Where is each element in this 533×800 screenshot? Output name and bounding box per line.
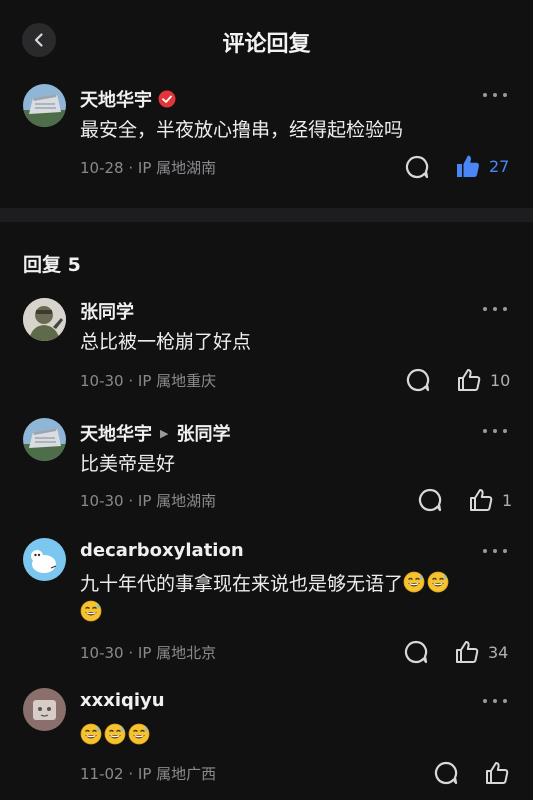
like-button[interactable]: 1 (468, 487, 512, 513)
reply-text: 总比被一枪崩了好点 (80, 331, 252, 353)
main-comment: 天地华宇 最安全，半夜放心撸串，经得起检验吗 10-28 · IP 属地湖南 2… (0, 0, 533, 208)
thumbs-up-icon (456, 367, 482, 393)
like-count: 34 (488, 642, 509, 662)
comment-icon[interactable] (403, 639, 429, 665)
reply-item: xxxiqiyu 11-02 · IP 属地广西 (0, 680, 533, 800)
reply-item: 张同学 总比被一枪崩了好点 10-30 · IP 属地重庆 10 (0, 290, 533, 402)
sweat-smile-emoji (128, 723, 150, 745)
thumbs-up-icon (454, 639, 480, 665)
reply-to-user[interactable]: 张同学 (176, 420, 230, 446)
reply-text-content: 九十年代的事拿现在来说也是够无语了 (80, 573, 404, 595)
reply-author[interactable]: 天地华宇 (80, 420, 152, 446)
reply-text: 九十年代的事拿现在来说也是够无语了 (80, 570, 510, 628)
thumbs-up-icon (455, 153, 481, 179)
reply-meta: 11-02 · IP 属地广西 (80, 765, 217, 783)
more-button[interactable] (480, 426, 510, 436)
more-button[interactable] (480, 546, 510, 556)
avatar[interactable] (23, 538, 66, 581)
comment-author[interactable]: 天地华宇 (80, 86, 176, 112)
reply-item: decarboxylation 九十年代的事拿现在来说也是够无语了 10-30 … (0, 530, 533, 675)
reply-author[interactable]: xxxiqiyu (80, 690, 165, 711)
avatar[interactable] (23, 688, 66, 731)
like-button[interactable]: 34 (454, 639, 508, 665)
sweat-smile-emoji (104, 723, 126, 745)
more-icon (483, 93, 487, 97)
thumbs-up-icon (468, 487, 494, 513)
reply-author[interactable]: 张同学 (80, 298, 134, 324)
author-name: 天地华宇 (80, 90, 152, 111)
comment-text: 最安全，半夜放心撸串，经得起检验吗 (80, 119, 404, 141)
sweat-smile-emoji (80, 723, 102, 745)
like-count: 1 (502, 490, 513, 510)
sweat-smile-emoji (427, 571, 449, 593)
section-divider (0, 208, 533, 222)
verified-icon (158, 90, 176, 108)
more-icon (483, 429, 487, 433)
comment-icon[interactable] (405, 367, 431, 393)
like-button[interactable]: 27 (455, 153, 509, 179)
reply-author-line: 天地华宇 ▶ 张同学 (80, 420, 230, 446)
reply-to-arrow-icon: ▶ (160, 426, 169, 440)
like-count: 27 (489, 156, 510, 176)
more-button[interactable] (480, 304, 510, 314)
reply-meta: 10-30 · IP 属地重庆 (80, 372, 217, 390)
like-button[interactable]: 10 (456, 367, 510, 393)
comment-meta: 10-28 · IP 属地湖南 (80, 159, 217, 177)
avatar[interactable] (23, 84, 66, 127)
reply-meta: 10-30 · IP 属地湖南 (80, 492, 217, 510)
more-icon (483, 549, 487, 553)
more-button[interactable] (480, 90, 510, 100)
comment-icon[interactable] (417, 487, 443, 513)
sweat-smile-emoji (80, 600, 102, 622)
replies-heading: 回复 5 (23, 254, 81, 276)
comment-icon[interactable] (433, 760, 459, 786)
avatar[interactable] (23, 298, 66, 341)
reply-author[interactable]: decarboxylation (80, 540, 244, 561)
sweat-smile-emoji (403, 571, 425, 593)
like-count: 10 (490, 370, 511, 390)
thumbs-up-icon (484, 760, 510, 786)
comment-icon[interactable] (404, 154, 430, 180)
more-button[interactable] (480, 696, 510, 706)
reply-meta: 10-30 · IP 属地北京 (80, 644, 217, 662)
more-icon (483, 699, 487, 703)
reply-text: 比美帝是好 (80, 453, 176, 475)
avatar[interactable] (23, 418, 66, 461)
more-icon (483, 307, 487, 311)
reply-item: 天地华宇 ▶ 张同学 比美帝是好 10-30 · IP 属地湖南 1 (0, 410, 533, 522)
like-button[interactable] (484, 760, 510, 786)
reply-text (80, 722, 510, 751)
